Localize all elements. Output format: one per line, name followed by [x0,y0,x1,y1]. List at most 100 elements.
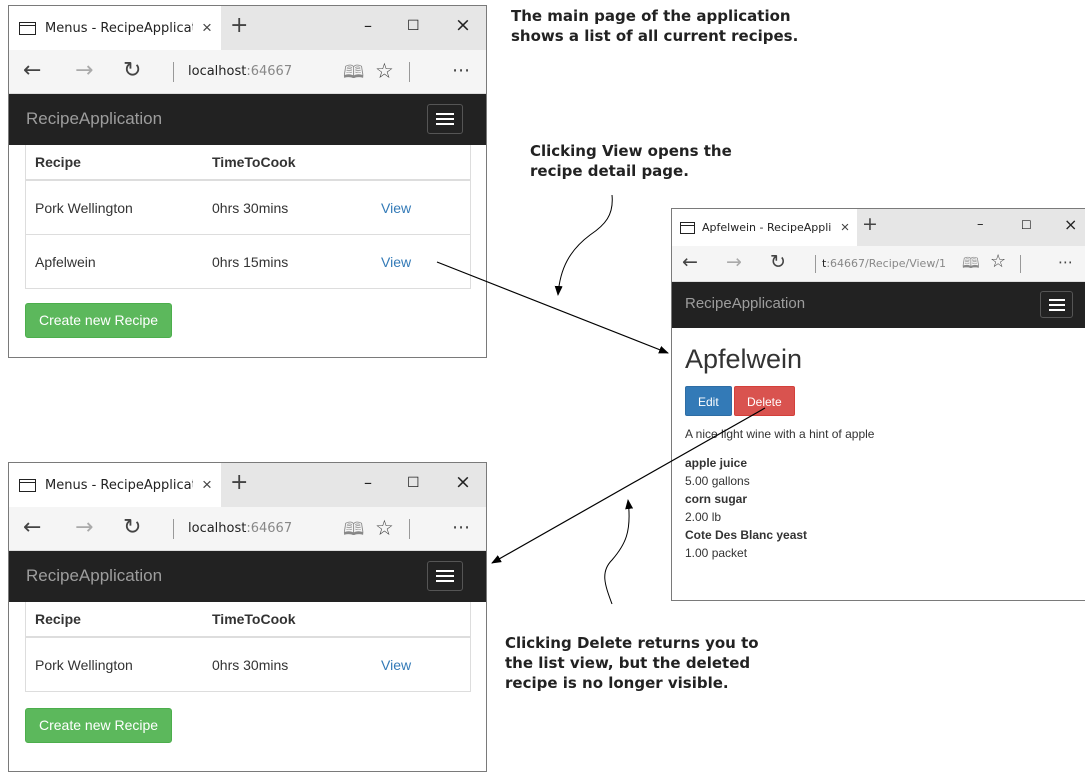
address-field[interactable]: localhost:64667 [188,521,292,536]
app-navbar: RecipeApplication [9,94,486,145]
hamburger-menu-icon[interactable] [427,104,463,134]
tab-close-icon[interactable]: × [193,475,221,495]
tab-close-icon[interactable]: × [833,219,857,236]
favorite-star-icon[interactable]: ☆ [375,516,394,540]
reading-view-icon[interactable]: 🕮 [962,253,980,278]
maximize-icon[interactable]: ☐ [407,18,420,34]
separator [173,519,174,539]
recipe-detail-content: Apfelwein Edit Delete A nice light wine … [672,328,1085,578]
table-header-row: Recipe TimeToCook [26,602,470,638]
minimize-icon[interactable]: – [364,473,372,492]
create-recipe-button[interactable]: Create new Recipe [25,303,173,338]
browser-window-main: Menus - RecipeApplicat × + – ☐ × ← → ↻ l… [8,5,487,358]
tab-strip: Menus - RecipeApplicat × + – ☐ × [9,6,486,50]
separator [173,62,174,82]
ingredient-name: Cote Des Blanc yeast [685,528,808,542]
maximize-icon[interactable]: ☐ [1021,218,1032,232]
url-host: localhost [188,64,247,79]
browser-window-after-delete: Menus - RecipeApplicat × + – ☐ × ← → ↻ l… [8,462,487,772]
back-icon[interactable]: ← [23,58,41,83]
column-header-timetocook: TimeToCook [212,611,296,627]
table-row: Apfelwein 0hrs 15mins View [26,235,470,289]
tab-close-icon[interactable]: × [193,18,221,38]
new-tab-icon[interactable]: + [230,470,248,495]
caption-line: Clicking Delete returns you to [505,634,759,652]
more-icon[interactable]: ⋯ [452,60,470,81]
caption-view: Clicking View opens the recipe detail pa… [530,141,732,181]
page-icon [680,221,695,234]
address-field[interactable]: localhost:64667 [188,64,292,79]
back-icon[interactable]: ← [682,251,698,273]
recipe-heading: Apfelwein [685,344,803,374]
tab-title: Menus - RecipeApplicat [45,477,193,493]
minimize-icon[interactable]: – [364,16,372,35]
ingredient-amount: 2.00 lb [685,510,722,524]
tab-strip: Apfelwein - RecipeAppli × + – ☐ × [672,209,1085,246]
close-window-icon[interactable]: × [455,14,471,36]
address-bar-row: ← → ↻ localhost:64667 🕮 ☆ ⋯ [9,507,486,551]
new-tab-icon[interactable]: + [230,13,248,38]
app-brand[interactable]: RecipeApplication [26,109,162,129]
maximize-icon[interactable]: ☐ [407,475,420,491]
minimize-icon[interactable]: – [977,217,984,232]
address-field[interactable]: t:64667/Recipe/View/1 [822,257,946,270]
page-icon [19,478,36,492]
refresh-icon[interactable]: ↻ [123,515,141,540]
tab-strip: Menus - RecipeApplicat × + – ☐ × [9,463,486,507]
ingredients-list: apple juice 5.00 gallons corn sugar 2.00… [685,454,807,562]
close-window-icon[interactable]: × [455,471,471,493]
back-icon[interactable]: ← [23,515,41,540]
app-navbar: RecipeApplication [9,551,486,602]
hamburger-menu-icon[interactable] [427,561,463,591]
page-icon [19,21,36,35]
app-brand[interactable]: RecipeApplication [26,566,162,586]
refresh-icon[interactable]: ↻ [123,58,141,83]
caption-line: The main page of the application [511,7,791,25]
address-bar-row: ← → ↻ localhost:64667 🕮 ☆ ⋯ [9,50,486,94]
cook-time: 0hrs 15mins [212,253,289,270]
reading-view-icon[interactable]: 🕮 [343,517,364,547]
close-window-icon[interactable]: × [1064,215,1077,234]
reading-view-icon[interactable]: 🕮 [343,60,364,90]
browser-tab[interactable]: Apfelwein - RecipeAppli × [672,209,857,246]
url-path: :64667/Recipe/View/1 [826,257,947,270]
column-header-timetocook: TimeToCook [212,154,296,170]
caption-line: recipe detail page. [530,162,689,180]
ingredient-name: corn sugar [685,492,748,506]
tab-title: Apfelwein - RecipeAppli [702,221,832,234]
view-link[interactable]: View [381,200,411,216]
favorite-star-icon[interactable]: ☆ [375,59,394,83]
delete-button[interactable]: Delete [734,386,795,416]
refresh-icon[interactable]: ↻ [770,251,786,273]
favorite-star-icon[interactable]: ☆ [990,251,1006,272]
new-tab-icon[interactable]: + [862,213,878,235]
browser-window-detail: Apfelwein - RecipeAppli × + – ☐ × ← → ↻ … [671,208,1085,601]
ingredient-name: apple juice [685,456,748,470]
callout-curve-view [554,194,613,296]
app-brand[interactable]: RecipeApplication [685,295,805,312]
url-port: :64667 [246,64,293,79]
view-link[interactable]: View [381,254,411,270]
recipe-name: Pork Wellington [35,199,133,216]
forward-icon[interactable]: → [75,515,93,540]
browser-tab[interactable]: Menus - RecipeApplicat × [9,6,221,50]
forward-icon[interactable]: → [75,58,93,83]
caption-line: Clicking View opens the [530,142,732,160]
table-row: Pork Wellington 0hrs 30mins View [26,638,470,692]
browser-tab[interactable]: Menus - RecipeApplicat × [9,463,221,507]
ingredient-amount: 1.00 packet [685,546,748,560]
edit-button[interactable]: Edit [685,386,732,416]
hamburger-menu-icon[interactable] [1040,291,1073,318]
callout-curve-delete [604,499,634,605]
separator [815,255,816,273]
create-recipe-button[interactable]: Create new Recipe [25,708,173,743]
more-icon[interactable]: ⋯ [452,517,470,538]
table-header-row: Recipe TimeToCook [26,145,470,181]
forward-icon[interactable]: → [726,251,742,273]
caption-delete: Clicking Delete returns you to the list … [505,633,759,693]
column-header-recipe: Recipe [35,611,81,627]
column-header-recipe: Recipe [35,154,81,170]
more-icon[interactable]: ⋯ [1058,253,1073,271]
address-bar-row: ← → ↻ t:64667/Recipe/View/1 🕮 ☆ ⋯ [672,246,1085,282]
view-link[interactable]: View [381,657,411,673]
